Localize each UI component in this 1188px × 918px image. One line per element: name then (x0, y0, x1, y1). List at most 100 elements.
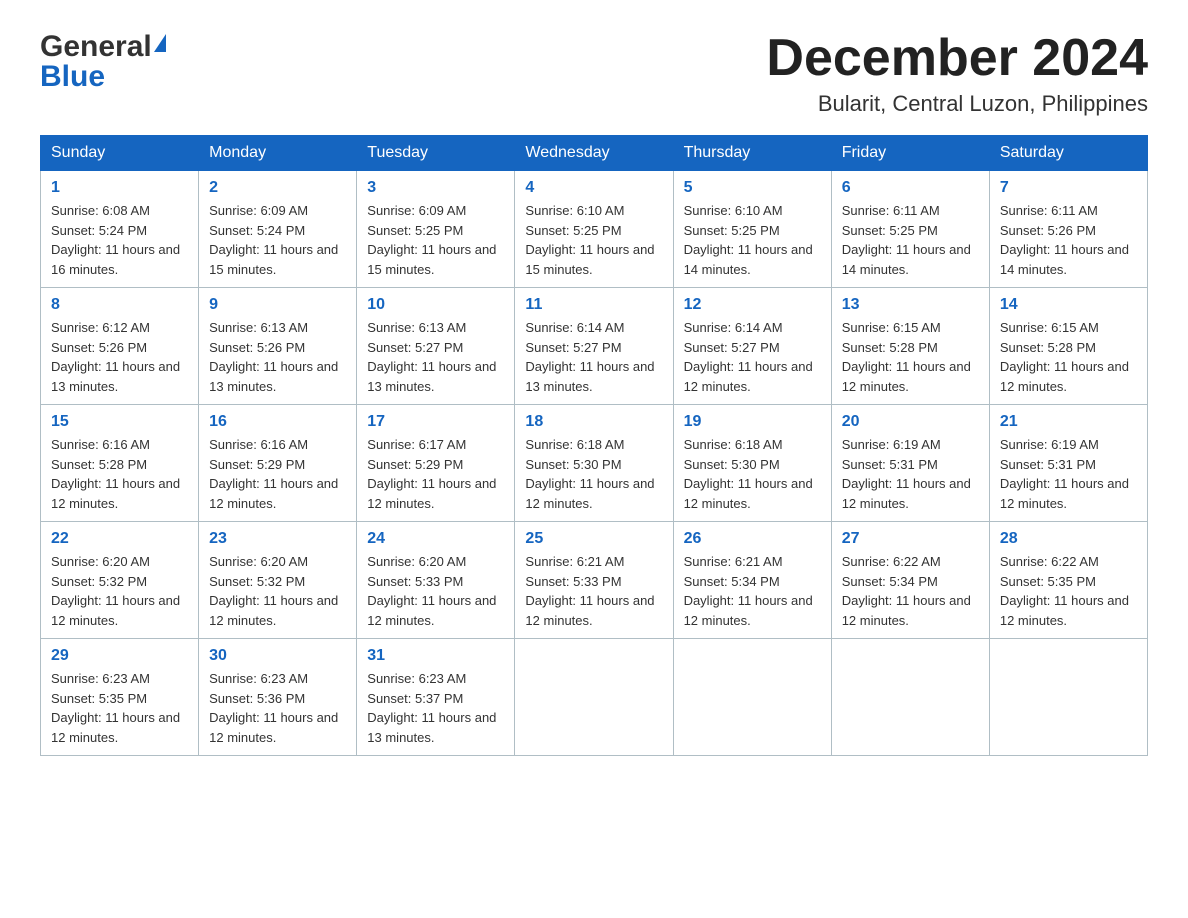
day-info: Sunrise: 6:23 AMSunset: 5:36 PMDaylight:… (209, 671, 338, 745)
weekday-header-monday: Monday (199, 136, 357, 171)
day-number: 6 (842, 179, 979, 197)
day-number: 29 (51, 647, 188, 665)
weekday-header-friday: Friday (831, 136, 989, 171)
day-info: Sunrise: 6:09 AMSunset: 5:25 PMDaylight:… (367, 203, 496, 277)
day-number: 4 (525, 179, 662, 197)
calendar-cell (989, 639, 1147, 756)
day-info: Sunrise: 6:16 AMSunset: 5:28 PMDaylight:… (51, 437, 180, 511)
day-number: 27 (842, 530, 979, 548)
title-block: December 2024 Bularit, Central Luzon, Ph… (766, 30, 1148, 117)
day-info: Sunrise: 6:14 AMSunset: 5:27 PMDaylight:… (525, 320, 654, 394)
day-number: 17 (367, 413, 504, 431)
day-number: 21 (1000, 413, 1137, 431)
calendar-week-row: 29 Sunrise: 6:23 AMSunset: 5:35 PMDaylig… (41, 639, 1148, 756)
day-info: Sunrise: 6:20 AMSunset: 5:32 PMDaylight:… (51, 554, 180, 628)
day-number: 31 (367, 647, 504, 665)
logo: General Blue (40, 30, 166, 94)
calendar-cell: 1 Sunrise: 6:08 AMSunset: 5:24 PMDayligh… (41, 171, 199, 288)
calendar-cell: 13 Sunrise: 6:15 AMSunset: 5:28 PMDaylig… (831, 288, 989, 405)
day-info: Sunrise: 6:10 AMSunset: 5:25 PMDaylight:… (525, 203, 654, 277)
day-info: Sunrise: 6:16 AMSunset: 5:29 PMDaylight:… (209, 437, 338, 511)
day-info: Sunrise: 6:21 AMSunset: 5:33 PMDaylight:… (525, 554, 654, 628)
day-number: 15 (51, 413, 188, 431)
day-info: Sunrise: 6:12 AMSunset: 5:26 PMDaylight:… (51, 320, 180, 394)
day-info: Sunrise: 6:10 AMSunset: 5:25 PMDaylight:… (684, 203, 813, 277)
day-number: 24 (367, 530, 504, 548)
calendar-cell: 24 Sunrise: 6:20 AMSunset: 5:33 PMDaylig… (357, 522, 515, 639)
calendar-cell: 15 Sunrise: 6:16 AMSunset: 5:28 PMDaylig… (41, 405, 199, 522)
calendar-cell: 10 Sunrise: 6:13 AMSunset: 5:27 PMDaylig… (357, 288, 515, 405)
day-info: Sunrise: 6:19 AMSunset: 5:31 PMDaylight:… (842, 437, 971, 511)
day-number: 30 (209, 647, 346, 665)
day-info: Sunrise: 6:19 AMSunset: 5:31 PMDaylight:… (1000, 437, 1129, 511)
logo-triangle-icon (154, 34, 166, 52)
calendar-week-row: 22 Sunrise: 6:20 AMSunset: 5:32 PMDaylig… (41, 522, 1148, 639)
day-info: Sunrise: 6:23 AMSunset: 5:37 PMDaylight:… (367, 671, 496, 745)
day-number: 26 (684, 530, 821, 548)
day-info: Sunrise: 6:13 AMSunset: 5:26 PMDaylight:… (209, 320, 338, 394)
day-number: 7 (1000, 179, 1137, 197)
day-info: Sunrise: 6:09 AMSunset: 5:24 PMDaylight:… (209, 203, 338, 277)
day-number: 18 (525, 413, 662, 431)
day-number: 19 (684, 413, 821, 431)
calendar-cell: 23 Sunrise: 6:20 AMSunset: 5:32 PMDaylig… (199, 522, 357, 639)
logo-blue-text: Blue (40, 60, 105, 94)
calendar-cell: 12 Sunrise: 6:14 AMSunset: 5:27 PMDaylig… (673, 288, 831, 405)
location-subtitle: Bularit, Central Luzon, Philippines (766, 91, 1148, 117)
day-info: Sunrise: 6:21 AMSunset: 5:34 PMDaylight:… (684, 554, 813, 628)
calendar-cell: 16 Sunrise: 6:16 AMSunset: 5:29 PMDaylig… (199, 405, 357, 522)
day-number: 9 (209, 296, 346, 314)
day-info: Sunrise: 6:17 AMSunset: 5:29 PMDaylight:… (367, 437, 496, 511)
day-number: 2 (209, 179, 346, 197)
calendar-cell: 11 Sunrise: 6:14 AMSunset: 5:27 PMDaylig… (515, 288, 673, 405)
day-number: 11 (525, 296, 662, 314)
day-number: 12 (684, 296, 821, 314)
logo-general-text: General (40, 30, 152, 64)
day-info: Sunrise: 6:13 AMSunset: 5:27 PMDaylight:… (367, 320, 496, 394)
calendar-cell (673, 639, 831, 756)
calendar-cell: 19 Sunrise: 6:18 AMSunset: 5:30 PMDaylig… (673, 405, 831, 522)
calendar-cell: 20 Sunrise: 6:19 AMSunset: 5:31 PMDaylig… (831, 405, 989, 522)
day-number: 16 (209, 413, 346, 431)
calendar-cell (515, 639, 673, 756)
day-number: 28 (1000, 530, 1137, 548)
weekday-header-thursday: Thursday (673, 136, 831, 171)
calendar-cell: 29 Sunrise: 6:23 AMSunset: 5:35 PMDaylig… (41, 639, 199, 756)
calendar-cell: 9 Sunrise: 6:13 AMSunset: 5:26 PMDayligh… (199, 288, 357, 405)
calendar-cell (831, 639, 989, 756)
day-number: 22 (51, 530, 188, 548)
calendar-cell: 28 Sunrise: 6:22 AMSunset: 5:35 PMDaylig… (989, 522, 1147, 639)
calendar-cell: 5 Sunrise: 6:10 AMSunset: 5:25 PMDayligh… (673, 171, 831, 288)
day-number: 1 (51, 179, 188, 197)
weekday-header-tuesday: Tuesday (357, 136, 515, 171)
day-number: 10 (367, 296, 504, 314)
day-info: Sunrise: 6:20 AMSunset: 5:33 PMDaylight:… (367, 554, 496, 628)
day-info: Sunrise: 6:14 AMSunset: 5:27 PMDaylight:… (684, 320, 813, 394)
page-header: General Blue December 2024 Bularit, Cent… (40, 30, 1148, 117)
day-info: Sunrise: 6:20 AMSunset: 5:32 PMDaylight:… (209, 554, 338, 628)
calendar-cell: 31 Sunrise: 6:23 AMSunset: 5:37 PMDaylig… (357, 639, 515, 756)
weekday-header-sunday: Sunday (41, 136, 199, 171)
day-info: Sunrise: 6:11 AMSunset: 5:26 PMDaylight:… (1000, 203, 1129, 277)
day-number: 20 (842, 413, 979, 431)
calendar-cell: 27 Sunrise: 6:22 AMSunset: 5:34 PMDaylig… (831, 522, 989, 639)
day-info: Sunrise: 6:08 AMSunset: 5:24 PMDaylight:… (51, 203, 180, 277)
day-info: Sunrise: 6:22 AMSunset: 5:35 PMDaylight:… (1000, 554, 1129, 628)
calendar-cell: 6 Sunrise: 6:11 AMSunset: 5:25 PMDayligh… (831, 171, 989, 288)
day-number: 5 (684, 179, 821, 197)
day-number: 14 (1000, 296, 1137, 314)
day-number: 8 (51, 296, 188, 314)
day-info: Sunrise: 6:18 AMSunset: 5:30 PMDaylight:… (684, 437, 813, 511)
calendar-cell: 17 Sunrise: 6:17 AMSunset: 5:29 PMDaylig… (357, 405, 515, 522)
day-number: 25 (525, 530, 662, 548)
day-info: Sunrise: 6:23 AMSunset: 5:35 PMDaylight:… (51, 671, 180, 745)
calendar-cell: 4 Sunrise: 6:10 AMSunset: 5:25 PMDayligh… (515, 171, 673, 288)
calendar-cell: 8 Sunrise: 6:12 AMSunset: 5:26 PMDayligh… (41, 288, 199, 405)
day-info: Sunrise: 6:22 AMSunset: 5:34 PMDaylight:… (842, 554, 971, 628)
calendar-cell: 30 Sunrise: 6:23 AMSunset: 5:36 PMDaylig… (199, 639, 357, 756)
day-info: Sunrise: 6:15 AMSunset: 5:28 PMDaylight:… (842, 320, 971, 394)
day-info: Sunrise: 6:18 AMSunset: 5:30 PMDaylight:… (525, 437, 654, 511)
weekday-header-row: SundayMondayTuesdayWednesdayThursdayFrid… (41, 136, 1148, 171)
calendar-cell: 25 Sunrise: 6:21 AMSunset: 5:33 PMDaylig… (515, 522, 673, 639)
calendar-cell: 21 Sunrise: 6:19 AMSunset: 5:31 PMDaylig… (989, 405, 1147, 522)
